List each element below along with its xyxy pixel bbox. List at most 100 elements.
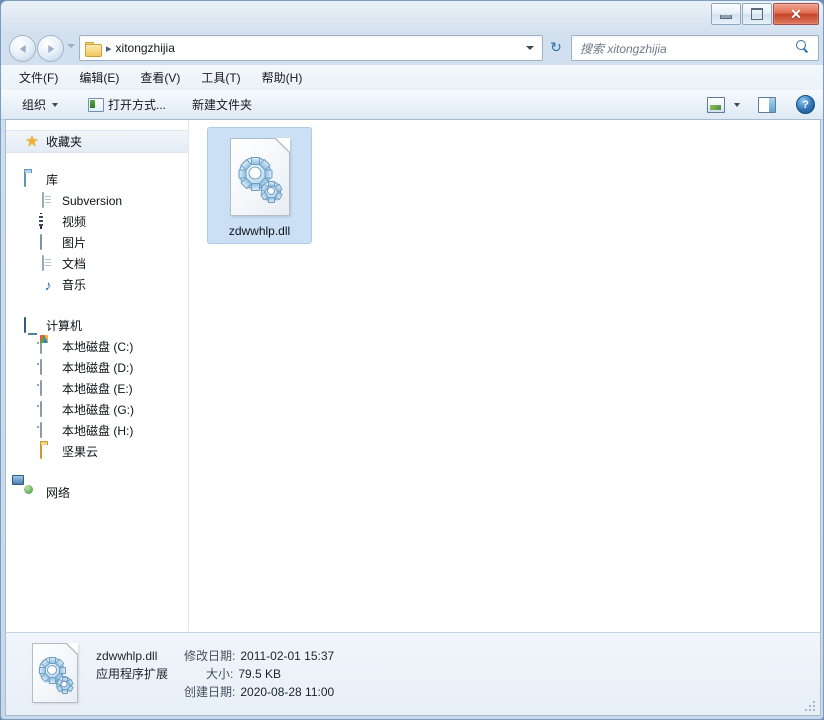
- sidebar-item-drive-e[interactable]: 本地磁盘 (E:): [6, 378, 188, 399]
- maximize-icon: [751, 8, 763, 20]
- refresh-icon: ↻: [550, 38, 562, 55]
- details-modified-value: 2011-02-01 15:37: [240, 649, 335, 663]
- sidebar-item-drive-c[interactable]: 本地磁盘 (C:): [6, 336, 188, 357]
- breadcrumb-separator-icon: ▸: [106, 42, 112, 55]
- organize-label: 组织: [22, 98, 47, 112]
- menu-tools[interactable]: 工具(T): [192, 66, 249, 89]
- nav-group-computer: 计算机 本地磁盘 (C:) 本地磁盘 (D:) 本地磁盘 (E:) 本地磁盘 (…: [6, 315, 188, 462]
- video-icon: [40, 212, 56, 230]
- menu-bar: 文件(F) 编辑(E) 查看(V) 工具(T) 帮助(H): [1, 65, 823, 90]
- search-input[interactable]: 搜索 xitongzhijia: [580, 40, 667, 57]
- open-with-button[interactable]: 打开方式...: [81, 93, 173, 116]
- title-bar: ✕: [1, 1, 823, 31]
- sidebar-item-drive-g[interactable]: 本地磁盘 (G:): [6, 399, 188, 420]
- menu-file[interactable]: 文件(F): [10, 66, 67, 89]
- picture-icon: [40, 233, 56, 251]
- details-file-name: zdwwhlp.dll: [96, 649, 158, 663]
- folder-icon: [40, 442, 56, 460]
- chevron-down-icon[interactable]: [526, 46, 534, 50]
- toolbar-right-group: ?: [707, 90, 815, 119]
- chevron-down-icon: [52, 102, 59, 107]
- breadcrumb-segment[interactable]: xitongzhijia: [116, 41, 175, 55]
- details-size-label: 大小:: [206, 667, 234, 681]
- sidebar-item-libraries[interactable]: 库: [6, 169, 188, 190]
- menu-help[interactable]: 帮助(H): [253, 66, 312, 89]
- close-icon: ✕: [790, 6, 802, 22]
- minimize-icon: [720, 15, 732, 19]
- details-row-size: 应用程序扩展 大小: 79.5 KB: [96, 665, 334, 683]
- drive-icon: [40, 400, 56, 418]
- preview-pane-icon[interactable]: [758, 96, 776, 113]
- file-item[interactable]: zdwwhlp.dll: [207, 127, 312, 244]
- network-icon: [24, 485, 40, 501]
- sidebar-item-drive-d[interactable]: 本地磁盘 (D:): [6, 357, 188, 378]
- sidebar-item-nutstore[interactable]: 坚果云: [6, 441, 188, 462]
- dll-gears-icon: [32, 643, 78, 703]
- search-box[interactable]: 搜索 xitongzhijia: [571, 35, 819, 61]
- sidebar-item-favorites[interactable]: ★ 收藏夹: [6, 130, 188, 153]
- dll-gears-icon: [229, 138, 290, 216]
- sidebar-item-music[interactable]: ♪ 音乐: [6, 274, 188, 295]
- address-bar[interactable]: ▸ xitongzhijia: [79, 35, 543, 61]
- maximize-button[interactable]: [742, 3, 772, 25]
- details-file-type: 应用程序扩展: [96, 667, 169, 681]
- sidebar-item-label: 计算机: [46, 319, 83, 333]
- sidebar-item-label: Subversion: [62, 193, 123, 208]
- minimize-button[interactable]: [711, 3, 741, 25]
- explorer-body: ★ 收藏夹 库 Subversion 视频 图片 文档 ♪ 音乐 计算机 本地磁…: [5, 119, 821, 632]
- open-with-label: 打开方式...: [108, 98, 167, 112]
- sidebar-item-subversion[interactable]: Subversion: [6, 190, 188, 211]
- computer-icon: [24, 316, 40, 334]
- nav-group-libraries: 库 Subversion 视频 图片 文档 ♪ 音乐: [6, 169, 188, 295]
- drive-icon: [40, 379, 56, 397]
- change-view-icon[interactable]: [707, 96, 725, 113]
- details-row-modified: zdwwhlp.dll 修改日期: 2011-02-01 15:37: [96, 647, 334, 665]
- sidebar-item-documents[interactable]: 文档: [6, 253, 188, 274]
- sidebar-item-label: 本地磁盘 (H:): [62, 424, 134, 438]
- details-pane: zdwwhlp.dll 修改日期: 2011-02-01 15:37 应用程序扩…: [5, 632, 821, 716]
- folder-icon: [85, 41, 102, 57]
- resize-grip[interactable]: [804, 700, 816, 712]
- sidebar-item-pictures[interactable]: 图片: [6, 232, 188, 253]
- details-modified-label: 修改日期:: [184, 649, 236, 663]
- system-drive-icon: [40, 337, 56, 355]
- sidebar-item-label: 坚果云: [62, 445, 99, 459]
- back-button[interactable]: [9, 35, 36, 62]
- sidebar-item-label: 网络: [46, 486, 71, 500]
- organize-button[interactable]: 组织: [15, 93, 65, 116]
- star-icon: ★: [25, 132, 39, 150]
- recent-locations-icon[interactable]: [67, 44, 75, 48]
- sidebar-item-videos[interactable]: 视频: [6, 211, 188, 232]
- sidebar-item-network[interactable]: 网络: [6, 482, 188, 503]
- navigation-pane[interactable]: ★ 收藏夹 库 Subversion 视频 图片 文档 ♪ 音乐 计算机 本地磁…: [6, 120, 188, 631]
- explorer-window: ✕ ▸ xitongzhijia ↻ 搜索 xitongzhijia 文件(F)…: [0, 0, 824, 720]
- menu-edit[interactable]: 编辑(E): [70, 66, 128, 89]
- refresh-button[interactable]: ↻: [547, 38, 565, 56]
- sidebar-item-label: 文档: [62, 257, 87, 271]
- forward-button[interactable]: [37, 35, 64, 62]
- nav-group-network: 网络: [6, 482, 188, 503]
- sidebar-item-drive-h[interactable]: 本地磁盘 (H:): [6, 420, 188, 441]
- file-list-pane[interactable]: zdwwhlp.dll: [189, 120, 820, 631]
- close-button[interactable]: ✕: [773, 3, 819, 25]
- help-label: ?: [802, 98, 809, 111]
- new-folder-button[interactable]: 新建文件夹: [185, 93, 259, 116]
- document-icon: [40, 254, 56, 272]
- details-created-value: 2020-08-28 11:00: [240, 685, 335, 699]
- details-text-group: zdwwhlp.dll 修改日期: 2011-02-01 15:37 应用程序扩…: [96, 647, 334, 701]
- drive-icon: [40, 421, 56, 439]
- sidebar-item-label: 本地磁盘 (E:): [62, 382, 133, 396]
- sidebar-item-label: 库: [46, 173, 59, 187]
- sidebar-item-label: 本地磁盘 (G:): [62, 403, 134, 417]
- nav-group-favorites: ★ 收藏夹: [6, 130, 188, 153]
- library-icon: [24, 170, 40, 188]
- sidebar-item-label: 收藏夹: [46, 135, 83, 149]
- search-icon: [796, 40, 810, 54]
- sidebar-item-computer[interactable]: 计算机: [6, 315, 188, 336]
- details-size-value: 79.5 KB: [238, 667, 282, 681]
- menu-view[interactable]: 查看(V): [131, 66, 189, 89]
- help-icon[interactable]: ?: [796, 95, 815, 114]
- back-arrow-icon: [19, 44, 26, 53]
- forward-arrow-icon: [47, 44, 54, 53]
- chevron-down-icon[interactable]: [734, 102, 740, 107]
